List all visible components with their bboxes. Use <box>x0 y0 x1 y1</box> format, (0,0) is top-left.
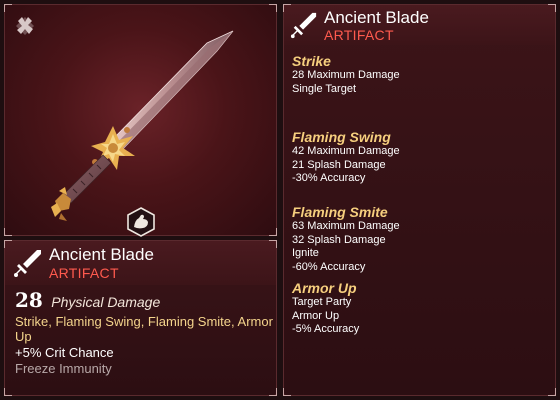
item-header: Ancient Blade ARTIFACT <box>5 241 276 285</box>
item-art-panel <box>4 4 277 237</box>
skills-summary: Strike, Flaming Swing, Flaming Smite, Ar… <box>15 314 273 344</box>
sword-illustration <box>51 30 234 221</box>
strength-arm-icon <box>127 207 155 237</box>
frame-corner <box>4 388 12 396</box>
frame-corner <box>269 4 277 12</box>
ability-detail: Single Target <box>292 82 357 95</box>
frame-corner <box>269 388 277 396</box>
ability-name: Strike <box>292 53 331 69</box>
ability-name: Flaming Swing <box>292 129 391 145</box>
ability-name: Flaming Smite <box>292 204 388 220</box>
ability-detail: 28 Maximum Damage <box>292 69 400 81</box>
ability-detail: 63 Maximum Damage <box>292 220 400 232</box>
damage-value: 28 <box>15 288 43 312</box>
ability-detail: Target Party <box>292 296 352 308</box>
sword-icon <box>14 250 41 277</box>
ability-detail: Armor Up <box>292 309 340 322</box>
damage-type: Physical Damage <box>51 294 161 310</box>
crit-chance: +5% Crit Chance <box>15 345 114 360</box>
ability-panel-rarity: ARTIFACT <box>324 27 394 43</box>
item-rarity: ARTIFACT <box>49 265 119 281</box>
ability-armor-up[interactable]: Armor Up Target Party Armor Up -5% Accur… <box>292 280 550 337</box>
item-info-panel: Ancient Blade ARTIFACT 28 Physical Damag… <box>4 240 277 396</box>
ability-header: Ancient Blade ARTIFACT <box>284 5 555 45</box>
ability-flaming-smite[interactable]: Flaming Smite 63 Maximum Damage 32 Splas… <box>292 204 550 274</box>
frame-corner <box>4 228 12 236</box>
frame-corner <box>4 4 12 12</box>
ability-flaming-swing[interactable]: Flaming Swing 42 Maximum Damage 21 Splas… <box>292 129 550 186</box>
damage-row: 28 Physical Damage <box>15 288 160 312</box>
ability-detail: 21 Splash Damage <box>292 158 386 171</box>
frame-corner <box>548 388 556 396</box>
frame-corner <box>269 228 277 236</box>
sword-icon <box>290 12 317 39</box>
item-name: Ancient Blade <box>49 245 154 264</box>
ability-detail: -30% Accuracy <box>292 172 366 184</box>
immunity: Freeze Immunity <box>15 361 112 376</box>
ability-strike[interactable]: Strike 28 Maximum Damage Single Target <box>292 53 550 96</box>
ability-name: Armor Up <box>292 280 357 296</box>
ability-detail: -60% Accuracy <box>292 260 366 273</box>
ability-detail: Ignite <box>292 247 319 259</box>
ability-detail: 42 Maximum Damage <box>292 145 400 157</box>
ability-panel-item-name: Ancient Blade <box>324 8 429 27</box>
frame-corner <box>283 388 291 396</box>
ability-detail: -5% Accuracy <box>292 323 360 335</box>
ability-detail: 32 Splash Damage <box>292 233 386 246</box>
ability-panel: Ancient Blade ARTIFACT Strike 28 Maximum… <box>283 4 556 396</box>
